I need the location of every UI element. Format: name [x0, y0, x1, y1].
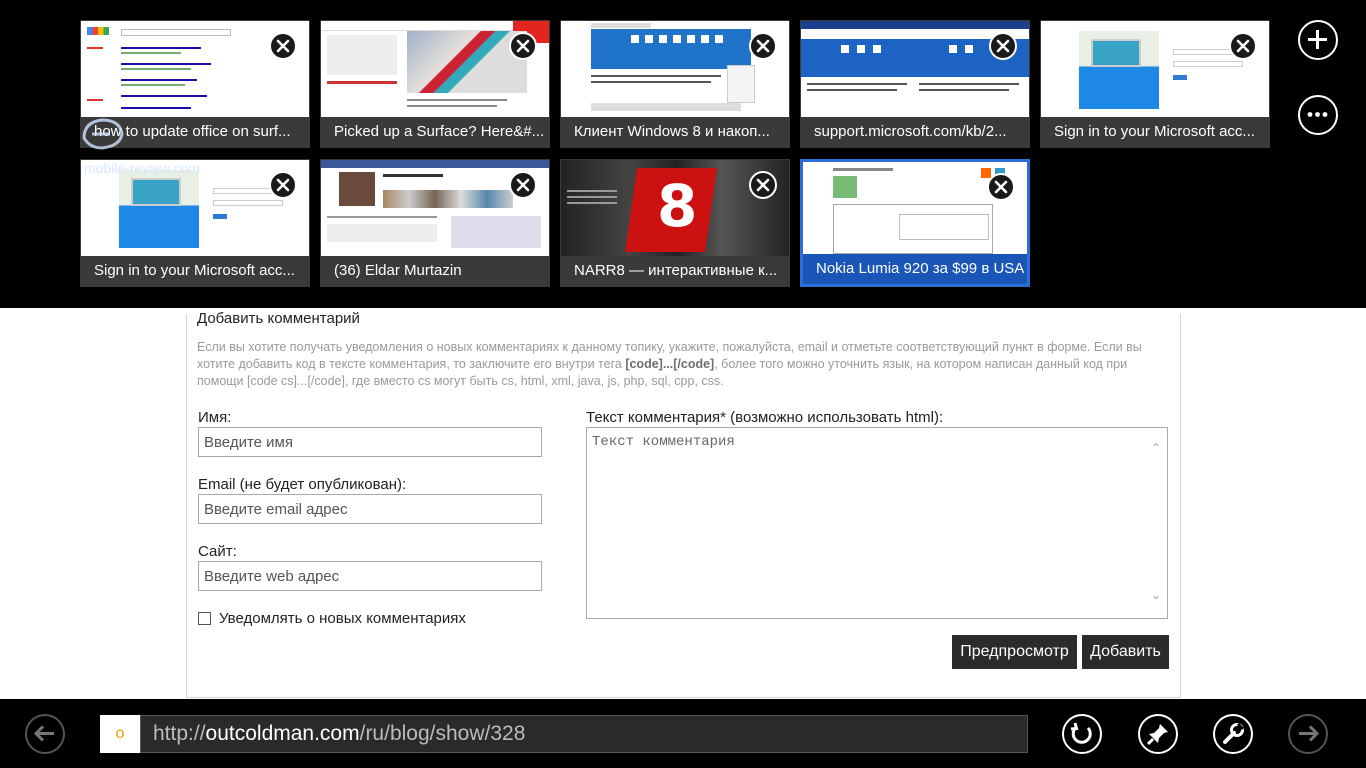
comment-form-title: Добавить комментарий	[197, 310, 364, 327]
name-input[interactable]	[198, 427, 542, 457]
site-label: Сайт:	[198, 543, 237, 560]
tab-title: Nokia Lumia 920 за $99 в USA	[803, 254, 1027, 284]
site-favicon-icon: o	[100, 715, 140, 753]
close-tab-icon[interactable]	[1229, 32, 1257, 60]
refresh-icon	[1070, 722, 1092, 744]
close-tab-icon[interactable]	[749, 32, 777, 60]
submit-button[interactable]: Добавить	[1082, 635, 1169, 669]
pin-button[interactable]	[1138, 714, 1178, 754]
watermark-logo-icon	[82, 118, 124, 150]
tab-title: Picked up a Surface? Here&#...	[321, 117, 549, 147]
address-bar[interactable]: http://outcoldman.com/ru/blog/show/328	[140, 715, 1028, 753]
preview-button[interactable]: Предпросмотр	[952, 635, 1077, 669]
site-input[interactable]	[198, 561, 542, 591]
comment-textarea[interactable]	[586, 427, 1168, 619]
tab-tile[interactable]: 8 NARR8 — интерактивные к...	[560, 159, 790, 287]
page-tools-button[interactable]	[1213, 714, 1253, 754]
new-tab-button[interactable]	[1298, 20, 1338, 60]
tab-title: (36) Eldar Murtazin	[321, 256, 549, 286]
close-tab-icon[interactable]	[509, 171, 537, 199]
close-tab-icon[interactable]	[509, 32, 537, 60]
tab-switcher: how to update office on surf... Picked u…	[0, 0, 1366, 308]
forward-button[interactable]	[1288, 714, 1328, 754]
comment-label: Текст комментария* (возможно использоват…	[586, 409, 944, 426]
scroll-down-icon[interactable]: ⌄	[1151, 588, 1161, 602]
tab-title: support.microsoft.com/kb/2...	[801, 117, 1029, 147]
arrow-right-icon	[1299, 725, 1320, 742]
close-tab-icon[interactable]	[987, 173, 1015, 201]
tab-tile[interactable]: Picked up a Surface? Here&#...	[320, 20, 550, 148]
back-button[interactable]	[25, 714, 65, 754]
tab-title: Клиент Windows 8 и накоп...	[561, 117, 789, 147]
notify-checkbox[interactable]	[198, 612, 211, 625]
close-tab-icon[interactable]	[749, 171, 777, 199]
scroll-up-icon[interactable]: ⌃	[1151, 441, 1161, 455]
tab-tile[interactable]: (36) Eldar Murtazin	[320, 159, 550, 287]
tab-tile[interactable]: support.microsoft.com/kb/2...	[800, 20, 1030, 148]
name-label: Имя:	[198, 409, 232, 426]
close-tab-icon[interactable]	[269, 171, 297, 199]
tab-tile[interactable]: Клиент Windows 8 и накоп...	[560, 20, 790, 148]
plus-icon	[1308, 30, 1327, 49]
narr8-logo: 8	[657, 172, 698, 240]
pin-icon	[1146, 724, 1168, 746]
email-input[interactable]	[198, 494, 542, 524]
watermark-text: mobile-review.com	[84, 160, 200, 176]
comment-form-intro: Если вы хотите получать уведомления о но…	[197, 340, 1142, 388]
wrench-icon	[1223, 722, 1245, 744]
notify-label: Уведомлять о новых комментариях	[219, 610, 466, 627]
tab-title: Sign in to your Microsoft acc...	[1041, 117, 1269, 147]
tab-title: NARR8 — интерактивные к...	[561, 256, 789, 286]
close-tab-icon[interactable]	[269, 32, 297, 60]
arrow-left-icon	[33, 725, 54, 742]
tab-tile[interactable]: Sign in to your Microsoft acc...	[80, 159, 310, 287]
refresh-button[interactable]	[1062, 714, 1102, 754]
email-label: Email (не будет опубликован):	[198, 476, 407, 493]
tab-title: Sign in to your Microsoft acc...	[81, 256, 309, 286]
tab-tile-active[interactable]: Nokia Lumia 920 за $99 в USA	[800, 159, 1030, 287]
more-icon	[1307, 112, 1328, 117]
tab-tools-button[interactable]	[1298, 95, 1338, 135]
tab-tile[interactable]: Sign in to your Microsoft acc...	[1040, 20, 1270, 148]
close-tab-icon[interactable]	[989, 32, 1017, 60]
